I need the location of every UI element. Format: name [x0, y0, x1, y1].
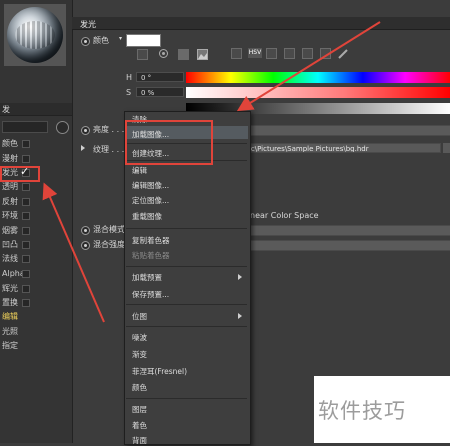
annotation-arrow-left	[42, 182, 105, 323]
watermark-text: 软件技巧	[318, 399, 406, 423]
annotation-arrow-top	[236, 21, 381, 112]
